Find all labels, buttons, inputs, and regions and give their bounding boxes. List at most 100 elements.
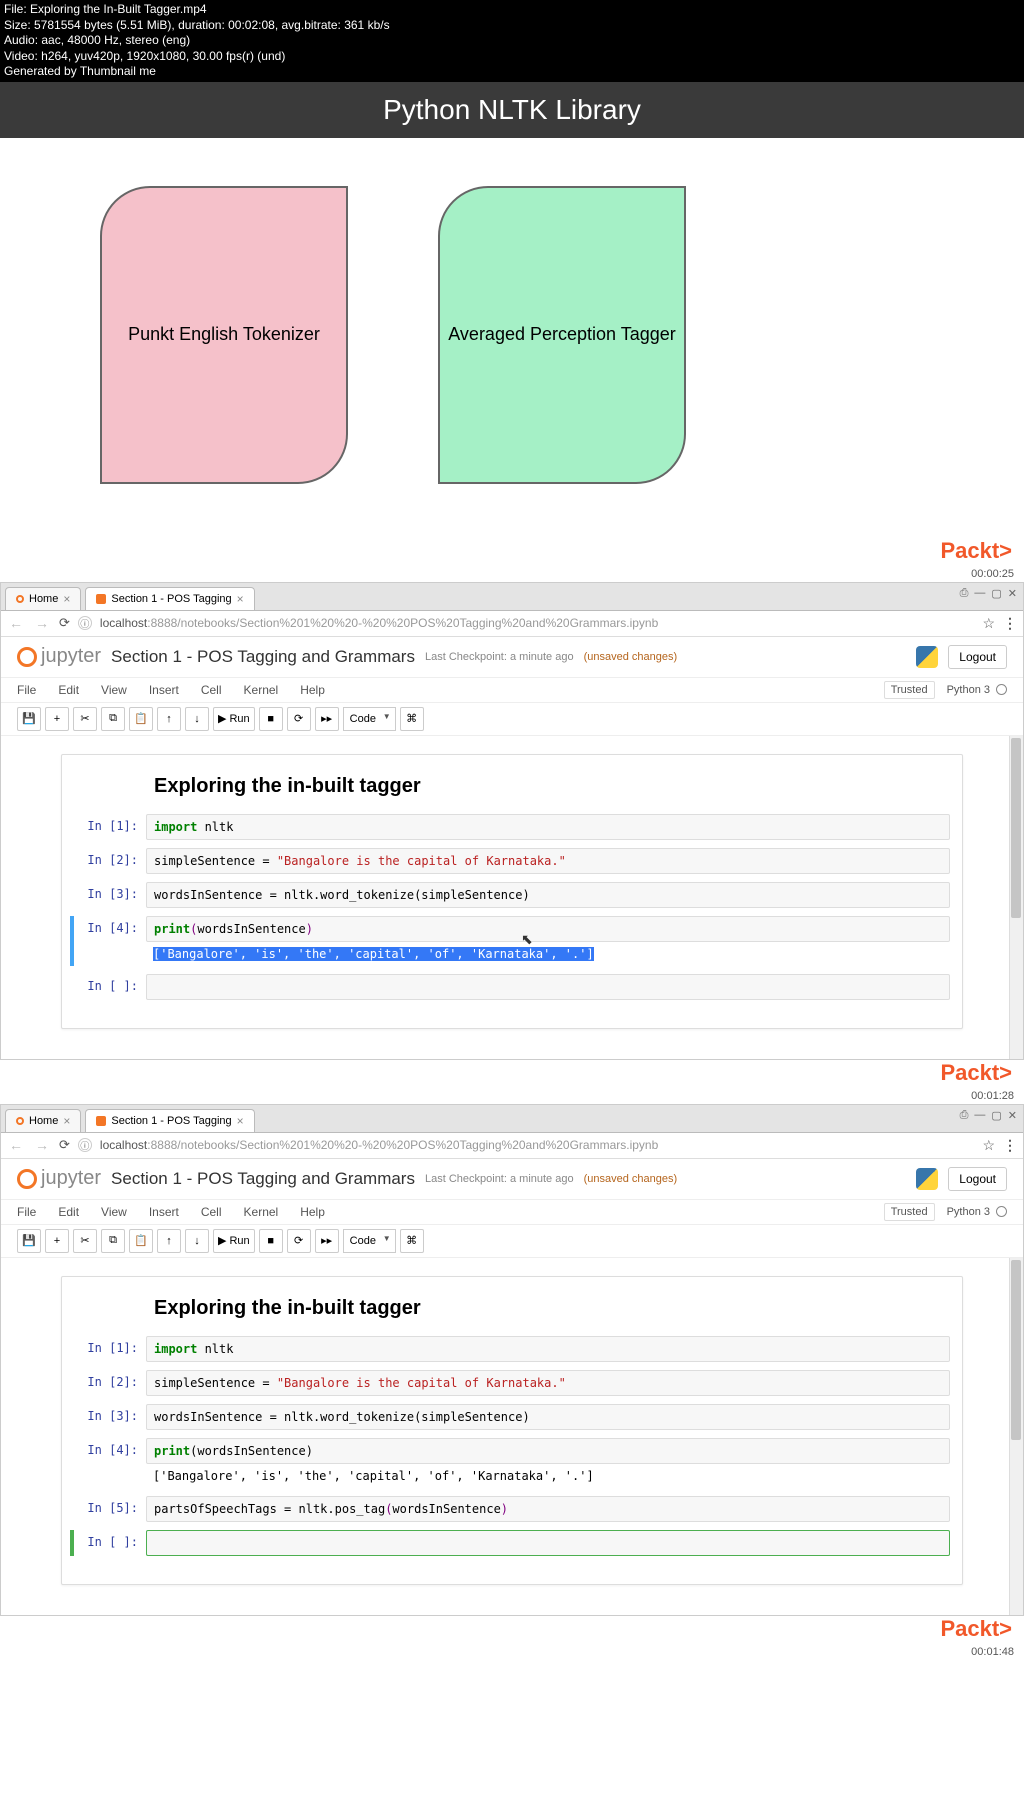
jupyter-logo-wrap[interactable]: jupyter bbox=[17, 1167, 101, 1190]
close-icon[interactable]: × bbox=[237, 1114, 244, 1128]
copy-button[interactable]: ⧉ bbox=[101, 1229, 125, 1253]
move-up-button[interactable]: ↑ bbox=[157, 1229, 181, 1253]
cell-row-1[interactable]: In [1]: import nltk bbox=[74, 814, 950, 840]
stop-button[interactable]: ■ bbox=[259, 1229, 283, 1253]
cell-input-1[interactable]: import nltk bbox=[146, 814, 950, 840]
cell-row-empty-active[interactable]: In [ ]: bbox=[70, 1530, 950, 1556]
browser-menu-icon[interactable]: ⋮ bbox=[1003, 1137, 1017, 1154]
menu-kernel[interactable]: Kernel bbox=[244, 683, 279, 697]
add-cell-button[interactable]: + bbox=[45, 1229, 69, 1253]
close-icon[interactable]: × bbox=[63, 592, 70, 606]
cell-type-select[interactable]: Code bbox=[343, 707, 396, 731]
trusted-badge[interactable]: Trusted bbox=[884, 1203, 935, 1221]
tab-notebook[interactable]: Section 1 - POS Tagging × bbox=[85, 587, 254, 610]
stop-button[interactable]: ■ bbox=[259, 707, 283, 731]
move-down-button[interactable]: ↓ bbox=[185, 707, 209, 731]
paste-button[interactable]: 📋 bbox=[129, 1229, 153, 1253]
reload-button[interactable]: ⟳ bbox=[59, 1137, 70, 1153]
move-down-button[interactable]: ↓ bbox=[185, 1229, 209, 1253]
restart-run-all-button[interactable]: ▸▸ bbox=[315, 1229, 339, 1253]
menu-edit[interactable]: Edit bbox=[58, 1205, 79, 1219]
bookmark-icon[interactable]: ☆ bbox=[982, 1137, 995, 1154]
cell-input-empty[interactable] bbox=[146, 1530, 950, 1556]
forward-button[interactable]: → bbox=[33, 1137, 51, 1153]
restart-button[interactable]: ⟳ bbox=[287, 707, 311, 731]
cell-input-1[interactable]: import nltk bbox=[146, 1336, 950, 1362]
logout-button[interactable]: Logout bbox=[948, 1167, 1007, 1191]
tab-home[interactable]: Home × bbox=[5, 1109, 81, 1132]
cell-input-2[interactable]: simpleSentence = "Bangalore is the capit… bbox=[146, 848, 950, 874]
scrollbar-thumb[interactable] bbox=[1011, 738, 1021, 918]
menu-view[interactable]: View bbox=[101, 683, 127, 697]
cell-type-select-wrap[interactable]: Code bbox=[343, 1229, 396, 1253]
cell-input-4[interactable]: print(wordsInSentence) bbox=[146, 916, 950, 942]
run-button[interactable]: ▶ Run bbox=[213, 1229, 255, 1253]
close-icon[interactable]: × bbox=[237, 592, 244, 606]
browser-menu-icon[interactable]: ⋮ bbox=[1003, 615, 1017, 632]
add-cell-button[interactable]: + bbox=[45, 707, 69, 731]
cell-row-2[interactable]: In [2]: simpleSentence = "Bangalore is t… bbox=[74, 1370, 950, 1396]
cut-button[interactable]: ✂ bbox=[73, 707, 97, 731]
maximize-icon[interactable]: ▢ bbox=[991, 587, 1001, 600]
move-up-button[interactable]: ↑ bbox=[157, 707, 181, 731]
maximize-icon[interactable]: ▢ bbox=[991, 1109, 1001, 1122]
restart-button[interactable]: ⟳ bbox=[287, 1229, 311, 1253]
scrollbar[interactable] bbox=[1009, 736, 1023, 1059]
tab-notebook[interactable]: Section 1 - POS Tagging × bbox=[85, 1109, 254, 1132]
cell-input-3[interactable]: wordsInSentence = nltk.word_tokenize(sim… bbox=[146, 1404, 950, 1430]
url-field[interactable]: localhost:8888/notebooks/Section%201%20%… bbox=[100, 616, 975, 630]
user-icon[interactable]: ⎙ bbox=[960, 587, 969, 600]
cell-row-4-active[interactable]: In [4]: print(wordsInSentence) ['Bangalo… bbox=[70, 916, 950, 966]
cell-row-4[interactable]: In [4]: print(wordsInSentence) ['Bangalo… bbox=[74, 1438, 950, 1488]
forward-button[interactable]: → bbox=[33, 615, 51, 631]
cell-row-empty[interactable]: In [ ]: bbox=[74, 974, 950, 1000]
save-button[interactable]: 💾 bbox=[17, 1229, 41, 1253]
menu-help[interactable]: Help bbox=[300, 683, 325, 697]
cut-button[interactable]: ✂ bbox=[73, 1229, 97, 1253]
menu-file[interactable]: File bbox=[17, 683, 36, 697]
user-icon[interactable]: ⎙ bbox=[960, 1109, 969, 1122]
minimize-icon[interactable]: — bbox=[974, 587, 985, 600]
cell-row-2[interactable]: In [2]: simpleSentence = "Bangalore is t… bbox=[74, 848, 950, 874]
notebook-title[interactable]: Section 1 - POS Tagging and Grammars bbox=[111, 1169, 415, 1189]
cell-input-2[interactable]: simpleSentence = "Bangalore is the capit… bbox=[146, 1370, 950, 1396]
command-palette-button[interactable]: ⌘ bbox=[400, 1229, 424, 1253]
cell-row-1[interactable]: In [1]: import nltk bbox=[74, 1336, 950, 1362]
cell-row-5[interactable]: In [5]: partsOfSpeechTags = nltk.pos_tag… bbox=[74, 1496, 950, 1522]
save-button[interactable]: 💾 bbox=[17, 707, 41, 731]
jupyter-logo-wrap[interactable]: jupyter bbox=[17, 645, 101, 668]
run-button[interactable]: ▶ Run bbox=[213, 707, 255, 731]
menu-help[interactable]: Help bbox=[300, 1205, 325, 1219]
menu-kernel[interactable]: Kernel bbox=[244, 1205, 279, 1219]
site-info-icon[interactable]: ⓘ bbox=[78, 616, 92, 630]
menu-file[interactable]: File bbox=[17, 1205, 36, 1219]
kernel-indicator[interactable]: Python 3 bbox=[947, 1206, 1007, 1218]
scrollbar-thumb[interactable] bbox=[1011, 1260, 1021, 1440]
kernel-indicator[interactable]: Python 3 bbox=[947, 684, 1007, 696]
close-window-icon[interactable]: ✕ bbox=[1008, 587, 1017, 600]
copy-button[interactable]: ⧉ bbox=[101, 707, 125, 731]
cell-type-select[interactable]: Code bbox=[343, 1229, 396, 1253]
menu-edit[interactable]: Edit bbox=[58, 683, 79, 697]
paste-button[interactable]: 📋 bbox=[129, 707, 153, 731]
menu-view[interactable]: View bbox=[101, 1205, 127, 1219]
cell-input-empty[interactable] bbox=[146, 974, 950, 1000]
cell-input-5[interactable]: partsOfSpeechTags = nltk.pos_tag(wordsIn… bbox=[146, 1496, 950, 1522]
restart-run-all-button[interactable]: ▸▸ bbox=[315, 707, 339, 731]
bookmark-icon[interactable]: ☆ bbox=[982, 615, 995, 632]
minimize-icon[interactable]: — bbox=[974, 1109, 985, 1122]
site-info-icon[interactable]: ⓘ bbox=[78, 1138, 92, 1152]
url-field[interactable]: localhost:8888/notebooks/Section%201%20%… bbox=[100, 1138, 975, 1152]
scrollbar[interactable] bbox=[1009, 1258, 1023, 1615]
close-icon[interactable]: × bbox=[63, 1114, 70, 1128]
notebook-title[interactable]: Section 1 - POS Tagging and Grammars bbox=[111, 647, 415, 667]
logout-button[interactable]: Logout bbox=[948, 645, 1007, 669]
menu-insert[interactable]: Insert bbox=[149, 683, 179, 697]
close-window-icon[interactable]: ✕ bbox=[1008, 1109, 1017, 1122]
cell-input-4[interactable]: print(wordsInSentence) bbox=[146, 1438, 950, 1464]
menu-cell[interactable]: Cell bbox=[201, 683, 222, 697]
back-button[interactable]: ← bbox=[7, 615, 25, 631]
cell-type-select-wrap[interactable]: Code bbox=[343, 707, 396, 731]
trusted-badge[interactable]: Trusted bbox=[884, 681, 935, 699]
cell-input-3[interactable]: wordsInSentence = nltk.word_tokenize(sim… bbox=[146, 882, 950, 908]
